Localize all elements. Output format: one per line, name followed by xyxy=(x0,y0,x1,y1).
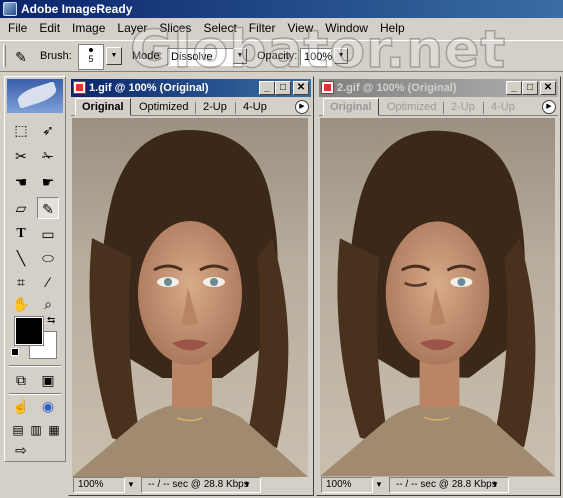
tab-optimized[interactable]: Optimized xyxy=(381,100,443,116)
preview-in-browser-icon[interactable]: ◉ xyxy=(37,395,59,417)
screen-mode-full-icon[interactable]: ▦ xyxy=(43,419,65,441)
minimize-button[interactable]: _ xyxy=(259,81,275,95)
type-icon[interactable]: T xyxy=(10,223,32,245)
menu-window[interactable]: Window xyxy=(319,18,374,38)
imageready-app-icon xyxy=(3,2,17,16)
tab-4-up[interactable]: 4-Up xyxy=(485,100,521,116)
zoom-field[interactable]: 100% xyxy=(73,477,125,493)
feather-icon xyxy=(15,81,59,109)
menu-view[interactable]: View xyxy=(281,18,319,38)
status-bar-2: 100% ▼ -- / -- sec @ 28.8 Kbps ▼ xyxy=(319,477,558,493)
zoom-dropdown-icon[interactable]: ▼ xyxy=(375,478,383,492)
tab-original[interactable]: Original xyxy=(323,98,379,116)
tab-4-up[interactable]: 4-Up xyxy=(237,100,273,116)
maximize-button[interactable]: □ xyxy=(522,81,538,95)
menu-select[interactable]: Select xyxy=(197,18,242,38)
brush-dropdown-button[interactable]: ▼ xyxy=(106,47,122,65)
options-bar: ✎ Brush: 5 ▼ Mode: Dissolve ▼ Opacity: 1… xyxy=(0,40,563,72)
menu-layer[interactable]: Layer xyxy=(111,18,153,38)
document-title-2: 2.gif @ 100% (Original) xyxy=(337,82,457,94)
preview-document-icon[interactable]: ☝ xyxy=(10,395,32,417)
gif-document-icon xyxy=(73,81,86,94)
minimize-button[interactable]: _ xyxy=(506,81,522,95)
view-tabs-2: Original Optimized 2-Up 4-Up ▶ xyxy=(319,98,558,116)
app-title: Adobe ImageReady xyxy=(21,2,133,16)
menu-image[interactable]: Image xyxy=(66,18,111,38)
marquee-icon[interactable]: ⬚ xyxy=(10,119,32,141)
zoom-icon[interactable]: ⌕ xyxy=(37,293,59,315)
standard-mode-icon[interactable]: ▣ xyxy=(37,369,59,391)
paintbrush-icon[interactable]: ✎ xyxy=(37,197,59,219)
default-colors-icon[interactable] xyxy=(11,348,19,356)
swap-colors-icon[interactable]: ⇆ xyxy=(47,315,55,326)
eyedropper-icon[interactable]: ⁄ xyxy=(37,271,59,293)
hand-icon[interactable]: ✋ xyxy=(10,293,32,315)
gif-document-icon xyxy=(321,81,334,94)
portrait-image-2 xyxy=(320,130,555,477)
document-window-1: 1.gif @ 100% (Original) _ □ ✕ Original O… xyxy=(68,76,314,496)
zoom-dropdown-icon[interactable]: ▼ xyxy=(127,478,135,492)
paintbrush-tool-icon[interactable]: ✎ xyxy=(9,47,33,67)
opacity-field[interactable]: 100% xyxy=(300,48,332,66)
rectangle-icon[interactable]: ▭ xyxy=(37,223,59,245)
options-bar-grip[interactable] xyxy=(3,45,6,67)
pointer-map-icon[interactable]: ☛ xyxy=(37,171,59,193)
status-bar-1: 100% ▼ -- / -- sec @ 28.8 Kbps ▼ xyxy=(71,477,311,493)
move-icon[interactable]: ➶ xyxy=(37,119,59,141)
ellipse-icon[interactable]: ⬭ xyxy=(37,247,59,269)
slice-select-icon[interactable]: ✁ xyxy=(37,145,59,167)
brush-size: 5 xyxy=(88,54,94,64)
maximize-button[interactable]: □ xyxy=(275,81,291,95)
jump-to-photoshop-icon[interactable]: ⇨ xyxy=(10,439,32,461)
close-button[interactable]: ✕ xyxy=(540,81,556,95)
foreground-color-swatch[interactable] xyxy=(14,316,44,346)
tab-menu-arrow-icon[interactable]: ▶ xyxy=(295,100,309,114)
portrait-image-1 xyxy=(72,129,308,477)
brush-tip-icon xyxy=(89,48,93,52)
menu-edit[interactable]: Edit xyxy=(33,18,66,38)
tab-original[interactable]: Original xyxy=(75,98,131,116)
menu-bar: File Edit Image Layer Slices Select Filt… xyxy=(0,18,563,38)
crop-icon[interactable]: ⌗ xyxy=(10,271,32,293)
brush-preview[interactable]: 5 xyxy=(78,44,104,70)
image-canvas-1[interactable] xyxy=(72,118,308,477)
brush-label: Brush: xyxy=(40,50,72,62)
toolbox-divider xyxy=(9,365,61,367)
view-tabs-1: Original Optimized 2-Up 4-Up ▶ xyxy=(71,98,311,116)
hand-map-icon[interactable]: ☚ xyxy=(10,171,32,193)
speed-dropdown-icon[interactable]: ▼ xyxy=(491,478,499,492)
app-titlebar: Adobe ImageReady xyxy=(0,0,563,18)
document-titlebar-1[interactable]: 1.gif @ 100% (Original) _ □ ✕ xyxy=(71,79,311,97)
close-button[interactable]: ✕ xyxy=(293,81,309,95)
speed-dropdown-icon[interactable]: ▼ xyxy=(243,478,251,492)
zoom-field[interactable]: 100% xyxy=(321,477,373,493)
mode-label: Mode: xyxy=(132,50,163,62)
document-title-1: 1.gif @ 100% (Original) xyxy=(89,82,209,94)
tab-2-up[interactable]: 2-Up xyxy=(197,100,233,116)
eraser-icon[interactable]: ▱ xyxy=(10,197,32,219)
menu-filter[interactable]: Filter xyxy=(243,18,282,38)
tab-2-up[interactable]: 2-Up xyxy=(445,100,481,116)
document-window-2: 2.gif @ 100% (Original) _ □ ✕ Original O… xyxy=(316,76,561,496)
slice-icon[interactable]: ✂ xyxy=(10,145,32,167)
hide-image-map-icon[interactable]: ⧉ xyxy=(10,369,32,391)
menu-slices[interactable]: Slices xyxy=(153,18,197,38)
opacity-label: Opacity: xyxy=(257,50,298,62)
imageready-logo[interactable] xyxy=(7,79,63,113)
mode-dropdown-button[interactable]: ▼ xyxy=(233,48,247,64)
toolbox: ⬚ ➶ ✂ ✁ ☚ ☛ ▱ ✎ T ▭ ╲ ⬭ ⌗ ⁄ ✋ ⌕ ⇆ ⧉ ▣ ☝ … xyxy=(4,76,66,462)
image-canvas-2[interactable] xyxy=(320,118,555,477)
tab-optimized[interactable]: Optimized xyxy=(133,100,195,116)
document-titlebar-2[interactable]: 2.gif @ 100% (Original) _ □ ✕ xyxy=(319,79,558,97)
opacity-dropdown-button[interactable]: ▼ xyxy=(334,48,348,64)
tab-menu-arrow-icon[interactable]: ▶ xyxy=(542,100,556,114)
line-icon[interactable]: ╲ xyxy=(10,247,32,269)
menu-help[interactable]: Help xyxy=(374,18,411,38)
menu-file[interactable]: File xyxy=(2,18,33,38)
